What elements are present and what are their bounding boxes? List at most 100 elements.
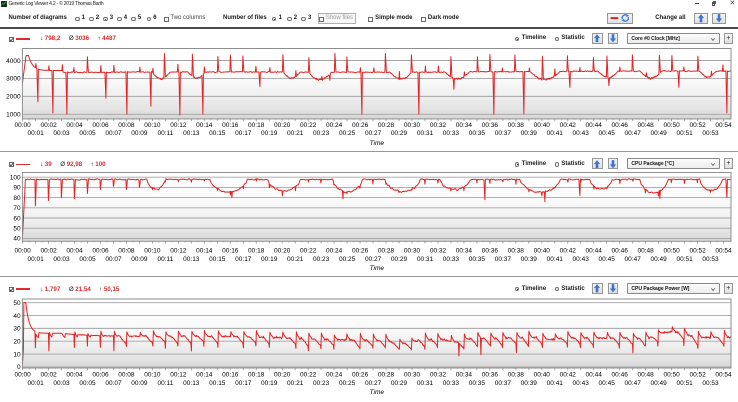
svg-text:3000: 3000 <box>6 76 21 83</box>
svg-text:00:36: 00:36 <box>482 122 499 129</box>
svg-text:00:14: 00:14 <box>196 248 213 255</box>
svg-text:00:07: 00:07 <box>105 130 122 137</box>
svg-text:Time: Time <box>370 140 385 147</box>
svg-text:00:16: 00:16 <box>222 122 239 129</box>
svg-text:00:26: 00:26 <box>352 248 369 255</box>
svg-text:00:15: 00:15 <box>209 256 226 263</box>
svg-text:50: 50 <box>13 226 21 233</box>
svg-text:00:35: 00:35 <box>469 380 486 387</box>
svg-text:00:09: 00:09 <box>131 380 148 387</box>
svg-text:00:02: 00:02 <box>40 122 57 129</box>
svg-text:00:20: 00:20 <box>274 372 291 379</box>
svg-text:40: 40 <box>13 313 21 320</box>
svg-text:00:49: 00:49 <box>650 256 667 263</box>
svg-text:00:14: 00:14 <box>196 372 213 379</box>
svg-text:00:06: 00:06 <box>92 248 109 255</box>
svg-text:00:08: 00:08 <box>118 248 135 255</box>
svg-text:00:23: 00:23 <box>313 256 330 263</box>
svg-text:00:36: 00:36 <box>482 372 499 379</box>
svg-text:00:34: 00:34 <box>456 122 473 129</box>
svg-text:00:40: 00:40 <box>534 122 551 129</box>
svg-text:00:53: 00:53 <box>702 256 719 263</box>
svg-text:00:20: 00:20 <box>274 248 291 255</box>
svg-text:00:01: 00:01 <box>27 130 44 137</box>
svg-text:00:43: 00:43 <box>573 130 590 137</box>
svg-text:00:03: 00:03 <box>53 130 70 137</box>
svg-text:30: 30 <box>13 326 21 333</box>
svg-text:00:06: 00:06 <box>92 372 109 379</box>
svg-text:00:22: 00:22 <box>300 122 317 129</box>
svg-text:00:05: 00:05 <box>79 130 96 137</box>
svg-text:00:40: 00:40 <box>534 372 551 379</box>
svg-text:00:52: 00:52 <box>689 248 706 255</box>
svg-text:00:48: 00:48 <box>637 372 654 379</box>
svg-text:00:47: 00:47 <box>625 130 642 137</box>
svg-text:00:19: 00:19 <box>261 130 278 137</box>
svg-text:00:12: 00:12 <box>170 122 187 129</box>
svg-text:60: 60 <box>13 215 21 222</box>
svg-text:00:18: 00:18 <box>248 372 265 379</box>
svg-text:2000: 2000 <box>6 94 21 101</box>
svg-text:00:25: 00:25 <box>339 256 356 263</box>
svg-text:00:02: 00:02 <box>40 372 57 379</box>
svg-text:00:11: 00:11 <box>158 130 174 137</box>
svg-text:00:37: 00:37 <box>495 256 512 263</box>
svg-text:00:11: 00:11 <box>158 256 174 263</box>
svg-text:00:02: 00:02 <box>40 248 57 255</box>
svg-text:00:00: 00:00 <box>14 122 31 129</box>
svg-text:00:00: 00:00 <box>14 372 31 379</box>
svg-text:00:48: 00:48 <box>637 122 654 129</box>
svg-text:00:13: 00:13 <box>183 380 200 387</box>
svg-text:00:52: 00:52 <box>689 122 706 129</box>
svg-text:00:25: 00:25 <box>339 380 356 387</box>
svg-text:00:31: 00:31 <box>417 256 434 263</box>
svg-text:00:34: 00:34 <box>456 248 473 255</box>
svg-text:00:28: 00:28 <box>378 372 395 379</box>
svg-text:00:44: 00:44 <box>586 122 603 129</box>
svg-text:00:15: 00:15 <box>209 130 226 137</box>
svg-text:00:42: 00:42 <box>560 248 577 255</box>
svg-text:0: 0 <box>17 364 21 371</box>
svg-text:00:40: 00:40 <box>534 248 551 255</box>
svg-text:00:08: 00:08 <box>118 372 135 379</box>
svg-text:00:47: 00:47 <box>625 256 642 263</box>
svg-text:00:07: 00:07 <box>105 256 122 263</box>
svg-text:00:33: 00:33 <box>443 130 460 137</box>
svg-text:20: 20 <box>13 339 21 346</box>
svg-text:00:52: 00:52 <box>689 372 706 379</box>
svg-text:00:06: 00:06 <box>92 122 109 129</box>
svg-text:00:09: 00:09 <box>131 256 148 263</box>
svg-text:00:43: 00:43 <box>573 380 590 387</box>
svg-text:00:46: 00:46 <box>612 122 629 129</box>
svg-text:00:17: 00:17 <box>235 380 252 387</box>
svg-text:90: 90 <box>13 185 21 192</box>
svg-text:00:11: 00:11 <box>158 380 174 387</box>
svg-text:00:19: 00:19 <box>261 256 278 263</box>
svg-text:00:21: 00:21 <box>287 380 304 387</box>
svg-text:00:38: 00:38 <box>508 122 525 129</box>
svg-text:00:31: 00:31 <box>417 130 434 137</box>
svg-text:00:29: 00:29 <box>391 130 408 137</box>
svg-text:00:43: 00:43 <box>573 256 590 263</box>
svg-text:100: 100 <box>10 175 21 182</box>
svg-text:00:18: 00:18 <box>248 248 265 255</box>
svg-text:1000: 1000 <box>6 112 21 119</box>
svg-text:00:10: 00:10 <box>144 248 161 255</box>
svg-text:00:01: 00:01 <box>27 380 44 387</box>
svg-text:00:23: 00:23 <box>313 380 330 387</box>
svg-text:00:03: 00:03 <box>53 256 70 263</box>
svg-text:00:10: 00:10 <box>144 372 161 379</box>
svg-text:00:44: 00:44 <box>586 372 603 379</box>
svg-text:00:25: 00:25 <box>339 130 356 137</box>
svg-text:00:51: 00:51 <box>676 380 693 387</box>
svg-text:00:38: 00:38 <box>508 372 525 379</box>
svg-text:00:45: 00:45 <box>599 130 616 137</box>
svg-text:00:39: 00:39 <box>521 380 538 387</box>
svg-text:00:51: 00:51 <box>676 256 693 263</box>
svg-text:00:33: 00:33 <box>443 256 460 263</box>
svg-text:00:21: 00:21 <box>287 130 304 137</box>
svg-text:4000: 4000 <box>6 58 21 65</box>
svg-text:00:51: 00:51 <box>676 130 693 137</box>
svg-text:00:53: 00:53 <box>702 380 719 387</box>
svg-text:00:36: 00:36 <box>482 248 499 255</box>
